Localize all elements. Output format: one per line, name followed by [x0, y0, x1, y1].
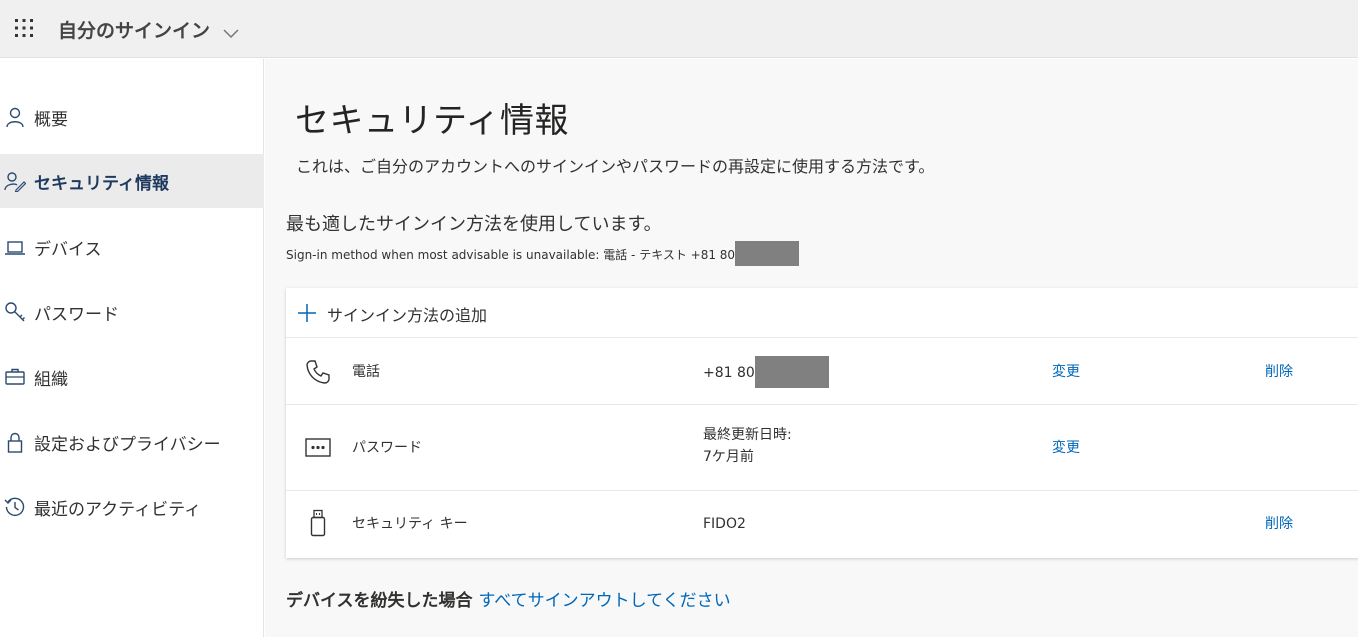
- history-icon: [4, 496, 26, 518]
- chevron-down-icon[interactable]: [223, 24, 239, 39]
- sidebar-item-label: パスワード: [34, 305, 119, 325]
- sign-out-everywhere-link[interactable]: すべてサインアウトしてください: [479, 591, 731, 611]
- sidebar-item-label: セキュリティ情報: [34, 174, 169, 194]
- method-detail: 最終更新日時: 7ケ月前: [703, 424, 792, 468]
- app-launcher-icon[interactable]: [13, 17, 35, 39]
- sidebar-item-label: 最近のアクティビティ: [34, 500, 202, 520]
- plus-icon: [297, 303, 317, 323]
- person-icon: [4, 106, 26, 128]
- top-bar: 自分のサインイン: [0, 0, 1358, 58]
- method-row-phone: 電話 +81 80 変更 削除: [286, 339, 1358, 405]
- method-name: パスワード: [352, 440, 422, 456]
- add-method-button[interactable]: サインイン方法の追加: [286, 288, 1358, 338]
- sidebar-item-security-info[interactable]: セキュリティ情報: [0, 154, 264, 208]
- password-last-updated-label: 最終更新日時:: [703, 427, 792, 443]
- sidebar-item-label: 概要: [34, 110, 68, 130]
- laptop-icon: [4, 236, 26, 258]
- sidebar-item-settings-privacy[interactable]: 設定およびプライバシー: [0, 415, 264, 469]
- delete-security-key-link[interactable]: 削除: [1265, 513, 1293, 533]
- method-detail: +81 80: [703, 356, 829, 389]
- method-row-security-key: セキュリティ キー FIDO2 削除: [286, 491, 1358, 558]
- delete-phone-link[interactable]: 削除: [1265, 361, 1293, 381]
- main-content: セキュリティ情報 これは、ご自分のアカウントへのサインインやパスワードの再設定に…: [265, 59, 1358, 637]
- method-row-password: パスワード 最終更新日時: 7ケ月前 変更: [286, 405, 1358, 491]
- lost-device-label: デバイスを紛失した場合: [286, 591, 473, 611]
- briefcase-icon: [4, 366, 26, 388]
- redaction-block: [754, 356, 829, 388]
- password-last-updated-value: 7ケ月前: [703, 449, 754, 465]
- page-description: これは、ご自分のアカウントへのサインインやパスワードの再設定に使用する方法です。: [296, 157, 935, 176]
- fallback-method-label: Sign-in method when most advisable is un…: [286, 248, 736, 262]
- sidebar-item-overview[interactable]: 概要: [0, 90, 264, 144]
- person-edit-icon: [4, 170, 26, 192]
- change-password-link[interactable]: 変更: [1052, 437, 1080, 457]
- sidebar-item-label: 設定およびプライバシー: [34, 435, 221, 455]
- add-method-label: サインイン方法の追加: [327, 306, 488, 325]
- lost-device-section: デバイスを紛失した場合 すべてサインアウトしてください: [286, 586, 731, 611]
- usb-key-icon: [304, 509, 332, 537]
- lock-icon: [4, 431, 26, 453]
- sidebar-item-devices[interactable]: デバイス: [0, 220, 264, 274]
- method-name: 電話: [352, 364, 380, 380]
- phone-number-prefix: +81 80: [703, 365, 755, 381]
- sidebar-item-password[interactable]: パスワード: [0, 285, 264, 339]
- default-method-heading: 最も適したサインイン方法を使用しています。: [286, 214, 662, 235]
- phone-icon: [304, 358, 332, 386]
- page-title: セキュリティ情報: [295, 101, 569, 141]
- sidebar: 概要 セキュリティ情報 デバイス パスワード 組織 設定およびプライバシー 最近…: [0, 59, 264, 637]
- method-name: セキュリティ キー: [352, 516, 468, 532]
- sidebar-item-label: 組織: [34, 370, 68, 390]
- methods-card: サインイン方法の追加 電話 +81 80 変更 削除 パスワード 最終更新日時:…: [286, 288, 1358, 558]
- redaction-block: [735, 241, 800, 266]
- app-title[interactable]: 自分のサインイン: [58, 16, 210, 43]
- sidebar-item-recent-activity[interactable]: 最近のアクティビティ: [0, 480, 264, 534]
- change-phone-link[interactable]: 変更: [1052, 361, 1080, 381]
- method-detail: FIDO2: [703, 516, 746, 532]
- sidebar-item-organizations[interactable]: 組織: [0, 350, 264, 404]
- fallback-method-text: Sign-in method when most advisable is un…: [286, 241, 800, 268]
- sidebar-item-label: デバイス: [34, 240, 102, 260]
- key-icon: [4, 301, 26, 323]
- password-dots-icon: [304, 434, 332, 462]
